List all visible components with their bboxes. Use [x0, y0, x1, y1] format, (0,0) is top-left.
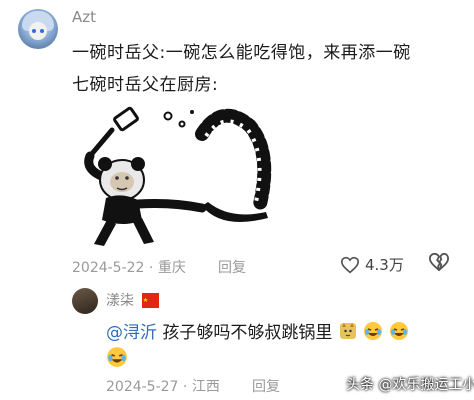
- mention-link[interactable]: @浔沂: [106, 323, 157, 343]
- reply-username[interactable]: 漾柒: [106, 290, 134, 310]
- reply-date-location: 2024-5-27 · 江西: [106, 376, 220, 396]
- reply-reply-button[interactable]: 回复: [252, 376, 280, 396]
- broken-heart-icon: [428, 252, 449, 272]
- reply-avatar[interactable]: [72, 288, 98, 314]
- separator-dot: ·: [178, 379, 192, 395]
- comment-text-line-1: 一碗时岳父:一碗怎么能吃得饱，来再添一碗: [72, 43, 411, 63]
- like-count: 4.3万: [365, 256, 404, 274]
- comment-date: 2024-5-22: [72, 260, 145, 276]
- watermark: 头条 @欢乐搬运工小霸: [346, 377, 474, 393]
- comment-text-line-2: 七碗时岳父在厨房:: [72, 75, 219, 95]
- reply-content: 孩子够吗不够叔跳锅里: [162, 323, 333, 343]
- avatar[interactable]: [18, 9, 58, 49]
- panda-cooking-meme[interactable]: [72, 104, 276, 252]
- comment-username[interactable]: Azt: [72, 8, 96, 26]
- reply-date: 2024-5-27: [106, 379, 179, 395]
- laughing-emoji: [389, 321, 409, 346]
- laughing-emoji: [363, 321, 383, 346]
- comment-date-location: 2024-5-22 · 重庆: [72, 257, 186, 277]
- reply-emoji-row: [106, 346, 128, 372]
- heart-outline-icon: [340, 256, 360, 273]
- china-flag-icon: [142, 293, 159, 308]
- like-button[interactable]: 4.3万: [340, 254, 404, 275]
- dislike-button[interactable]: [428, 252, 450, 276]
- cat-emoji: [338, 321, 358, 346]
- reply-text: @浔沂 孩子够吗不够叔跳锅里: [106, 318, 409, 346]
- laughing-emoji: [106, 346, 128, 372]
- reply-location: 江西: [191, 379, 220, 395]
- reply-button[interactable]: 回复: [218, 257, 246, 277]
- separator-dot: ·: [144, 260, 158, 276]
- comment-location: 重庆: [157, 260, 186, 276]
